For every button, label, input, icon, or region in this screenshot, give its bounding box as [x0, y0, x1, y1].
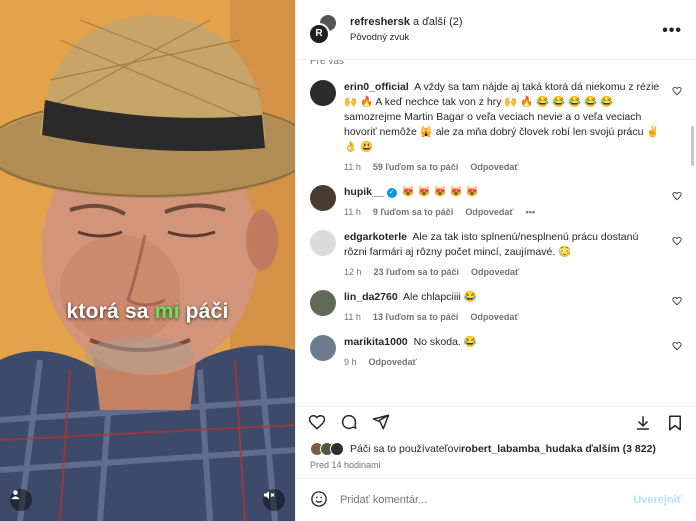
caption-text-suffix: páči — [179, 300, 229, 323]
audio-label[interactable]: Pôvodný zvuk — [350, 30, 463, 45]
heart-icon[interactable] — [672, 341, 682, 354]
likes-count[interactable]: a ďalším (3 822) — [577, 443, 656, 455]
emoji-button[interactable] — [310, 490, 328, 511]
comment: lin_da2760 Ale chlapciiii 😂 11 h 13 ľuďo… — [310, 290, 682, 325]
post-authors[interactable]: refreshersk a ďalší (2) — [350, 15, 463, 30]
download-icon — [637, 416, 649, 430]
comment-time[interactable]: 12 h — [344, 265, 362, 280]
comment-likes[interactable]: 23 ľuďom sa to páči — [374, 265, 459, 280]
comment: edgarkoterle Ale za tak isto splnenú/nes… — [310, 230, 682, 280]
comment-text: No skoda. 😂 — [413, 336, 477, 348]
comment: hupik__ ✓ 😻 😻 😻 😻 😻 11 h 9 ľuďom sa to pá… — [310, 185, 682, 220]
video-player[interactable]: ktorá sa mi páči — [0, 0, 295, 521]
reply-button[interactable]: Odpovedať — [465, 205, 513, 220]
reel-viewer: ktorá sa mi páči R refreshersk a ďalší (… — [0, 0, 696, 521]
speaker-muted-icon — [264, 491, 275, 499]
share-button[interactable] — [372, 413, 390, 434]
heart-icon[interactable] — [672, 191, 682, 204]
comment-button[interactable] — [340, 413, 358, 434]
brand-avatar: R — [308, 22, 330, 45]
comment-username[interactable]: hupik__ — [344, 186, 384, 198]
post-actions-bar — [296, 406, 696, 440]
bookmark-icon — [669, 415, 681, 431]
heart-icon — [308, 414, 326, 430]
reply-button[interactable]: Odpovedať — [471, 265, 519, 280]
avatar — [330, 442, 344, 456]
post-timestamp[interactable]: Pred 14 hodinami — [296, 458, 696, 478]
reply-button[interactable]: Odpovedať — [470, 310, 518, 325]
scrollbar-thumb[interactable] — [691, 126, 694, 166]
comment-avatar[interactable] — [310, 290, 336, 316]
user-icon — [11, 490, 20, 500]
likes-user[interactable]: robert_labamba_hudak — [461, 443, 577, 455]
add-comment-bar: Pridať komentár... Uverejniť — [296, 478, 696, 521]
comment-input[interactable]: Pridať komentár... — [340, 494, 621, 506]
comment-username[interactable]: lin_da2760 — [344, 291, 398, 303]
heart-icon[interactable] — [672, 236, 682, 249]
save-button[interactable] — [666, 414, 684, 435]
for-you-label: Pre vás — [310, 60, 344, 67]
tagged-users-button[interactable] — [10, 489, 32, 511]
comments-list[interactable]: Pre vás erin0_official A vždy sa tam náj… — [296, 60, 696, 406]
reply-button[interactable]: Odpovedať — [369, 355, 417, 370]
comment-username[interactable]: marikita1000 — [344, 336, 408, 348]
mute-button[interactable] — [263, 489, 285, 511]
comment-time[interactable]: 11 h — [344, 310, 361, 325]
comment-time[interactable]: 9 h — [344, 355, 357, 370]
video-caption: ktorá sa mi páči — [0, 300, 295, 324]
comment-time[interactable]: 11 h — [344, 205, 361, 220]
comment-text: 😻 😻 😻 😻 😻 — [401, 186, 479, 198]
download-button[interactable] — [634, 414, 652, 435]
post-comment-button[interactable]: Uverejniť — [633, 494, 682, 506]
comment-likes[interactable]: 9 ľuďom sa to páči — [373, 205, 453, 220]
caption-text-highlight: mi — [154, 300, 180, 323]
heart-icon[interactable] — [672, 296, 682, 309]
comment-more-options[interactable]: ••• — [526, 205, 535, 220]
comment-likes[interactable]: 59 ľuďom sa to páči — [373, 160, 458, 175]
comment-avatar[interactable] — [310, 80, 336, 106]
comment-likes[interactable]: 13 ľuďom sa to páči — [373, 310, 458, 325]
comment-avatar[interactable] — [310, 335, 336, 361]
reply-button[interactable]: Odpovedať — [470, 160, 518, 175]
likes-prefix: Páči sa to používateľovi — [350, 443, 462, 455]
comment: erin0_official A vždy sa tam nájde aj ta… — [310, 80, 682, 175]
heart-icon[interactable] — [672, 86, 682, 99]
comment-bubble-icon — [341, 414, 357, 430]
post-header: R refreshersk a ďalší (2) Pôvodný zvuk •… — [296, 0, 696, 60]
comment: marikita1000 No skoda. 😂 9 h Odpovedať — [310, 335, 682, 370]
author-username[interactable]: refreshersk — [350, 16, 410, 28]
verified-badge-icon: ✓ — [386, 188, 397, 198]
smiley-icon — [311, 490, 327, 507]
author-avatars[interactable]: R — [308, 12, 342, 47]
coauthors-label[interactable]: a ďalší (2) — [410, 16, 463, 28]
comment-avatar[interactable] — [310, 230, 336, 256]
paper-plane-icon — [372, 414, 390, 430]
comment-time[interactable]: 11 h — [344, 160, 361, 175]
comment-avatar[interactable] — [310, 185, 336, 211]
comment-text: Ale chlapciiii 😂 — [403, 291, 477, 303]
comment-username[interactable]: edgarkoterle — [344, 231, 407, 243]
comment-username[interactable]: erin0_official — [344, 81, 409, 93]
liker-avatars — [310, 442, 344, 456]
likes-summary[interactable]: Páči sa to používateľovi robert_labamba_… — [296, 440, 696, 458]
video-frame-illustration — [0, 0, 295, 521]
post-side-panel: R refreshersk a ďalší (2) Pôvodný zvuk •… — [295, 0, 696, 521]
caption-text-prefix: ktorá sa — [66, 300, 155, 323]
more-options-button[interactable]: ••• — [662, 22, 682, 40]
like-button[interactable] — [308, 413, 326, 434]
